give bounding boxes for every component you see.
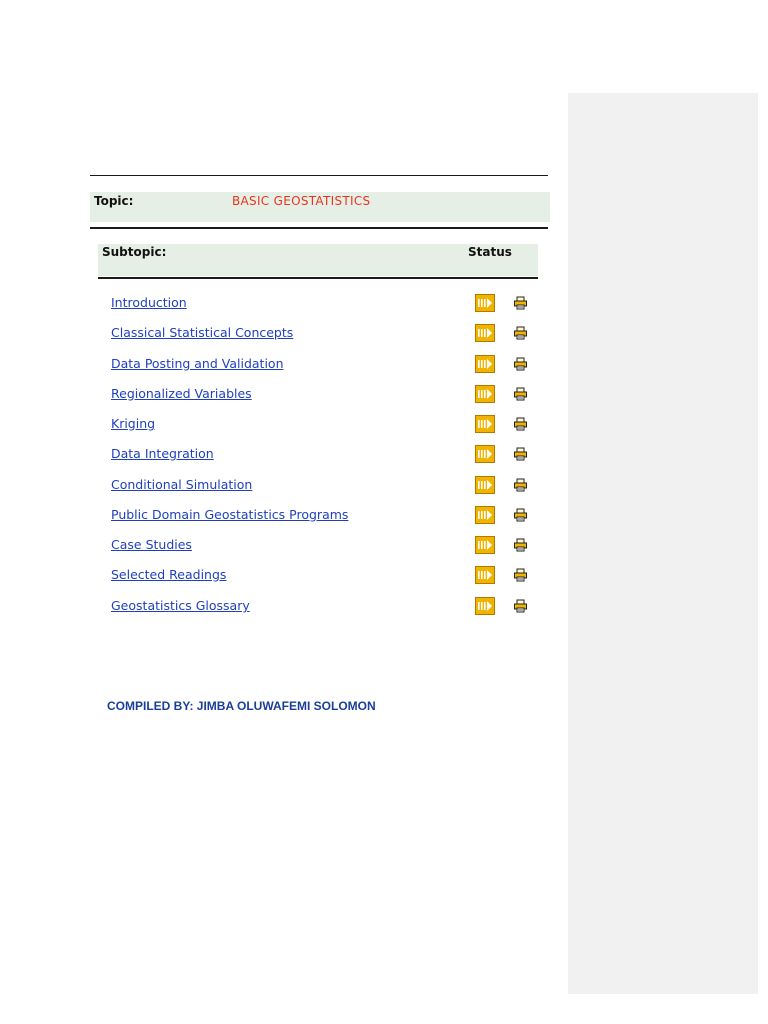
subtopic-link[interactable]: Conditional Simulation bbox=[111, 477, 252, 493]
arrow-icon[interactable] bbox=[475, 536, 495, 554]
print-icon[interactable] bbox=[513, 325, 528, 340]
topic-value: BASIC GEOSTATISTICS bbox=[232, 194, 371, 208]
arrow-icon[interactable] bbox=[475, 476, 495, 494]
subtopic-divider bbox=[98, 277, 538, 279]
arrow-icon[interactable] bbox=[475, 566, 495, 584]
arrow-icon[interactable] bbox=[475, 294, 495, 312]
list-item: Data Integration bbox=[0, 445, 768, 468]
print-icon[interactable] bbox=[513, 446, 528, 461]
compiled-by: COMPILED BY: JIMBA OLUWAFEMI SOLOMON bbox=[107, 699, 376, 713]
print-icon[interactable] bbox=[513, 567, 528, 582]
arrow-icon[interactable] bbox=[475, 597, 495, 615]
top-rule bbox=[90, 175, 548, 176]
subtopic-link[interactable]: Case Studies bbox=[111, 537, 192, 553]
topic-divider bbox=[90, 227, 548, 229]
print-icon[interactable] bbox=[513, 507, 528, 522]
arrow-icon[interactable] bbox=[475, 324, 495, 342]
print-icon[interactable] bbox=[513, 356, 528, 371]
subtopic-link[interactable]: Introduction bbox=[111, 295, 187, 311]
list-item: Introduction bbox=[0, 294, 768, 317]
print-icon[interactable] bbox=[513, 295, 528, 310]
list-item: Case Studies bbox=[0, 536, 768, 559]
subtopic-link[interactable]: Geostatistics Glossary bbox=[111, 598, 250, 614]
arrow-icon[interactable] bbox=[475, 355, 495, 373]
subtopic-link[interactable]: Data Integration bbox=[111, 446, 214, 462]
list-item: Classical Statistical Concepts bbox=[0, 324, 768, 347]
subtopic-link[interactable]: Selected Readings bbox=[111, 567, 226, 583]
status-label: Status bbox=[468, 245, 512, 259]
document-page: Topic: BASIC GEOSTATISTICS Subtopic: Sta… bbox=[0, 0, 768, 1024]
print-icon[interactable] bbox=[513, 477, 528, 492]
subtopic-link[interactable]: Data Posting and Validation bbox=[111, 356, 284, 372]
topic-bar: Topic: BASIC GEOSTATISTICS bbox=[90, 192, 550, 222]
subtopic-link[interactable]: Public Domain Geostatistics Programs bbox=[111, 507, 348, 523]
arrow-icon[interactable] bbox=[475, 385, 495, 403]
list-item: Selected Readings bbox=[0, 566, 768, 589]
subtopic-link[interactable]: Regionalized Variables bbox=[111, 386, 252, 402]
print-icon[interactable] bbox=[513, 598, 528, 613]
arrow-icon[interactable] bbox=[475, 415, 495, 433]
subtopic-link[interactable]: Classical Statistical Concepts bbox=[111, 325, 293, 341]
arrow-icon[interactable] bbox=[475, 445, 495, 463]
list-item: Conditional Simulation bbox=[0, 476, 768, 499]
list-item: Data Posting and Validation bbox=[0, 355, 768, 378]
topic-label: Topic: bbox=[94, 194, 134, 208]
print-icon[interactable] bbox=[513, 386, 528, 401]
list-item: Public Domain Geostatistics Programs bbox=[0, 506, 768, 529]
print-icon[interactable] bbox=[513, 537, 528, 552]
arrow-icon[interactable] bbox=[475, 506, 495, 524]
subtopic-link[interactable]: Kriging bbox=[111, 416, 155, 432]
print-icon[interactable] bbox=[513, 416, 528, 431]
list-item: Geostatistics Glossary bbox=[0, 597, 768, 620]
subtopic-header: Subtopic: Status bbox=[98, 244, 538, 276]
list-item: Kriging bbox=[0, 415, 768, 438]
subtopic-label: Subtopic: bbox=[102, 245, 167, 259]
list-item: Regionalized Variables bbox=[0, 385, 768, 408]
